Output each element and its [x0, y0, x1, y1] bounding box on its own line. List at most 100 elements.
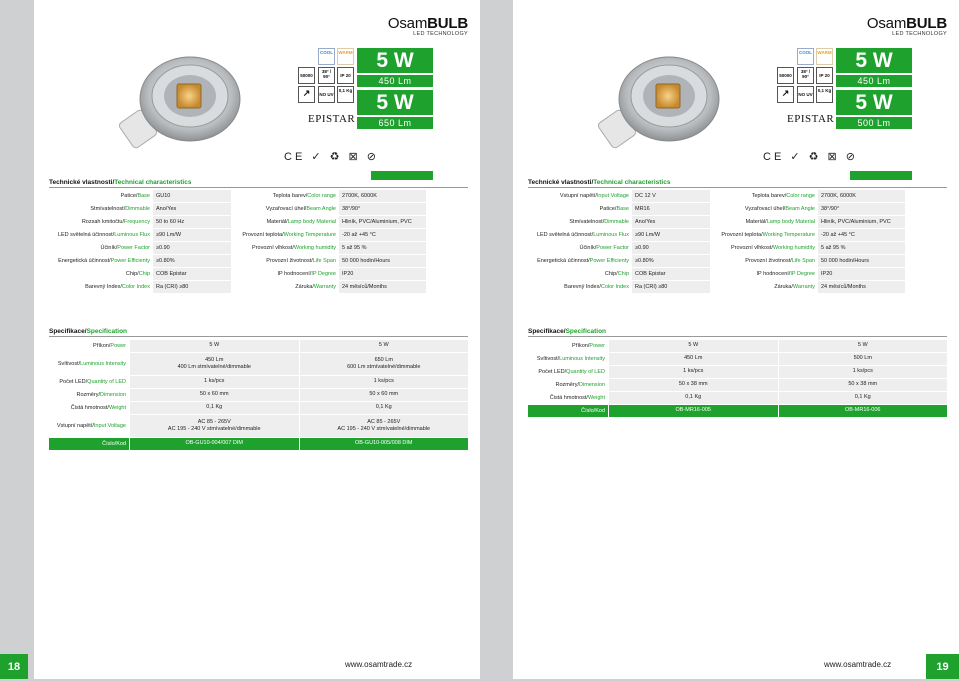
tech-label: Účiník/Power Factor: [100, 245, 150, 251]
tech-label: Provozní teplota/Working Temperature: [721, 232, 815, 238]
code-row: Číslo/Kod OB-GU10-004/007 DIM OB-GU10-005/…: [49, 438, 468, 450]
power-box-1: 5 W 450 Lm: [836, 48, 912, 87]
tech-label: Teplota barev/Color range: [272, 193, 336, 199]
lumen-value: 450 Lm: [357, 73, 433, 87]
tech-label: Patice/Base: [599, 206, 629, 212]
spec-table: Příkon/Power 5 W5 W Svítivost/Luminous Int…: [49, 340, 468, 451]
spec-value: AC 85 - 265V AC 195 - 240 V stmívatelné/d…: [299, 415, 468, 437]
section-divider: [49, 336, 468, 337]
power-box-2: 5 W 650 Lm: [357, 90, 433, 129]
certification-icons: CE ✓ ♻ ⊠ ⊘: [763, 151, 859, 163]
power-value: 5 W: [376, 49, 414, 72]
tech-value: ≥90 Lm/W: [153, 229, 231, 241]
led-bulb-image: [597, 56, 720, 149]
tech-label: Záruka/Warranty: [774, 284, 815, 290]
tech-label: Provozní teplota/Working Temperature: [242, 232, 336, 238]
tech-row: Energetická účinnost/Power Efficienty ≥0.…: [528, 255, 947, 267]
section-divider: [49, 187, 468, 188]
tech-row: Rozsah kmitočtu/Frequency 50 to 60 Hz Mate…: [49, 216, 468, 228]
tech-value: GU10: [153, 190, 231, 202]
tech-label: Provozní životnost/Life Span: [266, 258, 336, 264]
epistar-logo: EPISTAR: [308, 113, 356, 125]
spec-value: OB-MR16-005: [609, 405, 778, 417]
spec-value: 5 W: [130, 340, 299, 352]
spec-label: Počet LED/Quantity of LED: [538, 369, 605, 375]
brand-logo: OsamBULB LED TECHNOLOGY: [867, 16, 947, 38]
tech-row: Vstupní napětí/Input Voltage DC 12 V Teplo…: [528, 190, 947, 202]
spec-value: 450 Lm 400 Lm stmívatelné/dimmable: [130, 353, 299, 375]
footer-url: www.osamtrade.cz: [345, 660, 413, 669]
tech-row: Účiník/Power Factor ≥0.90 Provozní vlhkost…: [528, 242, 947, 254]
spec-value: 5 W: [778, 340, 947, 352]
brand-logo: OsamBULB LED TECHNOLOGY: [388, 16, 468, 38]
spec-value: OB-GU10-004/007 DIM: [130, 438, 299, 450]
warm-light-icon: WARM: [337, 48, 354, 65]
spec-row: Rozměry/Dimension 50 x 38 mm 50 x 38 mm: [528, 379, 947, 391]
tech-value: ≥0.80%: [632, 255, 710, 267]
tech-row: Účiník/Power Factor ≥0.90 Provozní vlhkost…: [49, 242, 468, 254]
brand-subtitle: LED TECHNOLOGY: [413, 31, 468, 37]
spec-value: 0,1 Kg: [299, 402, 468, 414]
spec-value: 450 Lm: [609, 353, 778, 365]
tech-row: Patice/Base MR16 Vyzařovací úhel/Beam Angl…: [528, 203, 947, 215]
tech-value: Ra (CRI) ≥80: [153, 281, 231, 293]
tech-value: Ano/Yes: [153, 203, 231, 215]
tech-value: 2700K, 6000K: [818, 190, 905, 202]
spec-value: 50 x 60 mm: [130, 389, 299, 401]
tech-label: LED světelná účinnost/Luminous Flux: [536, 232, 629, 238]
tech-value: ≥90 Lm/W: [632, 229, 710, 241]
tech-label: Vyzařovací úhel/Beam Angle: [744, 206, 815, 212]
tech-label: Chip/Chip: [604, 271, 629, 277]
section-divider: [528, 187, 947, 188]
tech-label: Záruka/Warranty: [295, 284, 336, 290]
spec-row: Příkon/Power 5 W5 W: [49, 340, 468, 352]
spec-label: Čistá hmotnost/Weight: [549, 395, 605, 401]
spec-row: Počet LED/Quantity of LED 1 ks/pcs 1 ks/pc…: [49, 376, 468, 388]
weight-icon: 0,1 Kg: [816, 86, 833, 103]
tech-value: Hliník, PVC/Aluminium, PVC: [339, 216, 426, 228]
tech-row: Chip/Chip COB Epistar IP hodnocení/IP Degr…: [49, 268, 468, 280]
tech-value: COB Epistar: [153, 268, 231, 280]
tech-section-title: Technické vlastnosti/Technical character…: [49, 179, 192, 186]
lumen-value: 450 Lm: [836, 73, 912, 87]
no-uv-icon: NO UV: [318, 86, 335, 103]
tech-section-title: Technické vlastnosti/Technical character…: [528, 179, 671, 186]
power-value: 5 W: [855, 49, 893, 72]
green-accent-bar: [850, 171, 912, 180]
spec-label: Příkon/Power: [92, 343, 126, 349]
spec-section-title: Specifikace/Specification: [49, 328, 128, 335]
tech-value: 24 měsíců/Months: [818, 281, 905, 293]
page-number: 19: [926, 654, 959, 679]
tech-value: 50 000 hodin/Hours: [818, 255, 905, 267]
brand-name: OsamBULB: [387, 15, 468, 32]
spec-value: 50 x 38 mm: [609, 379, 778, 391]
spec-section-title: Specifikace/Specification: [528, 328, 607, 335]
tech-table: Vstupní napětí/Input Voltage DC 12 V Teplo…: [528, 190, 947, 294]
page-number: 18: [0, 654, 28, 679]
spec-value: OB-MR16-006: [778, 405, 947, 417]
cool-light-icon: COOL: [318, 48, 335, 65]
tech-value: 5 až 95 %: [818, 242, 905, 254]
dimmable-icon: ↗: [298, 86, 315, 103]
cool-light-icon: COOL: [797, 48, 814, 65]
power-value: 5 W: [376, 91, 414, 114]
tech-label: Provozní životnost/Life Span: [745, 258, 815, 264]
tech-label: Stmívatelnost/Dimmable: [569, 219, 629, 225]
tech-value: 2700K, 6000K: [339, 190, 426, 202]
power-value: 5 W: [855, 91, 893, 114]
tech-label: Vyzařovací úhel/Beam Angle: [265, 206, 336, 212]
dimmable-icon: ↗: [777, 86, 794, 103]
tech-label: IP hodnocení/IP Degree: [756, 271, 815, 277]
tech-value: Hliník, PVC/Aluminium, PVC: [818, 216, 905, 228]
code-row: Číslo/Kod OB-MR16-005 OB-MR16-006: [528, 405, 947, 417]
spec-value: 5 W: [609, 340, 778, 352]
no-uv-icon: NO UV: [797, 86, 814, 103]
spec-row: Počet LED/Quantity of LED 1 ks/pcs 1 ks/pc…: [528, 366, 947, 378]
tech-row: LED světelná účinnost/Luminous Flux ≥90 L…: [528, 229, 947, 241]
spec-value: 650 Lm 600 Lm stmívatelné/dimmable: [299, 353, 468, 375]
tech-value: ≥0.90: [632, 242, 710, 254]
tech-row: Barevný Index/Color Index Ra (CRI) ≥80 Zár…: [49, 281, 468, 293]
spec-value: 1 ks/pcs: [609, 366, 778, 378]
tech-label: Barevný Index/Color Index: [85, 284, 150, 290]
tech-label: Stmívatelnost/Dimmable: [90, 206, 150, 212]
